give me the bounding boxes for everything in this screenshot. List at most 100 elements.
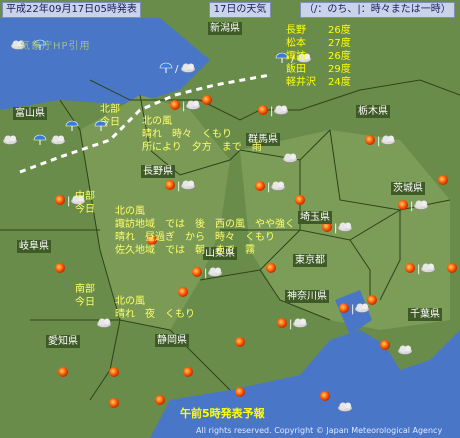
separator-mark: | [182,101,185,112]
legend-text: （/：のち、|：時々または一時） [300,2,455,18]
pref-saitama: 埼玉県 [298,211,332,224]
north-region-label: 北部 今日 [100,103,120,129]
sun-icon [235,337,245,347]
separator-mark: | [204,268,207,279]
forecast-line: 晴れ 夜 くもり [115,309,195,320]
sea-pacific [150,330,460,438]
forecast-line: 晴れ 時々 くもり [142,129,232,140]
forecast-day: 17日の天気 [209,2,271,18]
temp-city: 諏訪 [286,51,306,62]
region-day: 今日 [75,204,95,215]
cloud-icon [185,100,201,110]
pref-tokyo: 東京都 [293,254,327,267]
separator-mark: | [270,106,273,117]
sun-icon [202,95,212,105]
sun-icon [165,180,175,190]
umbrella-icon [33,134,47,145]
temp-value: 26度 [328,25,351,36]
forecast-line: 北の風 [142,116,172,127]
pref-gifu: 岐阜県 [17,240,51,253]
sun-icon [405,263,415,273]
region-name: 中部 [75,191,95,202]
pref-kanagawa: 神奈川県 [285,290,329,303]
issued-time: 平成22年09月17日05時発表 [2,2,141,18]
cloud-icon [292,318,308,328]
forecast-line: 諏訪地域 では 後 西の風 やや強く [115,219,295,230]
sun-icon [339,303,349,313]
pref-chiba: 千葉県 [408,308,442,321]
watermark: 気象庁HP引用 [20,41,91,52]
sun-icon [170,100,180,110]
forecast-line: 晴れ 昼過ぎ から 時々 くもり [115,232,275,243]
sun-icon [367,295,377,305]
sun-icon [255,181,265,191]
separator-mark: | [67,196,70,207]
sun-icon [277,318,287,328]
sun-icon [258,105,268,115]
pref-shizuoka: 静岡県 [155,334,189,347]
region-name: 北部 [100,104,120,115]
sun-icon [365,135,375,145]
pref-nagano: 長野県 [141,165,175,178]
temp-city: 松本 [286,38,306,49]
sun-icon [183,367,193,377]
temp-row: 松本 27度 [286,37,351,50]
forecast-line: 所により 夕方 まで 雨 [142,142,262,153]
sun-icon [55,195,65,205]
south-forecast: 北の風 晴れ 夜 くもり [115,295,195,321]
sun-icon [235,387,245,397]
region-day: 今日 [100,117,120,128]
cloud-icon [397,345,413,355]
separator-mark: | [289,319,292,330]
sun-icon [447,263,457,273]
sun-icon [155,395,165,405]
separator-mark: | [334,223,337,234]
sun-icon [266,263,276,273]
cloud-icon [50,135,66,145]
sun-icon [438,175,448,185]
forecast-line: 北の風 [115,206,145,217]
sun-icon [55,263,65,273]
north-forecast: 北の風 晴れ 時々 くもり 所により 夕方 まで 雨 [142,115,262,154]
temp-city: 軽井沢 [286,77,316,88]
temp-row: 軽井沢 24度 [286,76,351,89]
sun-icon [109,398,119,408]
temperature-table: 長野 26度 松本 27度 諏訪 26度 飯田 29度 軽井沢 24度 [286,24,351,89]
cloud-icon [207,267,223,277]
temp-row: 諏訪 26度 [286,50,351,63]
sun-icon [380,340,390,350]
forecast-line: 北の風 [115,296,145,307]
sun-icon [109,367,119,377]
temp-city: 飯田 [286,64,306,75]
region-name: 南部 [75,284,95,295]
sun-icon [192,267,202,277]
sea-japan-sea [0,18,210,110]
cloud-icon [273,105,289,115]
central-forecast: 北の風 諏訪地域 では 後 西の風 やや強く 晴れ 昼過ぎ から 時々 くもり … [115,205,295,257]
separator-mark: | [267,182,270,193]
sun-icon [295,195,305,205]
central-region-label: 中部 今日 [75,190,95,216]
cloud-icon [2,135,18,145]
sun-icon [320,391,330,401]
separator-mark: | [377,136,380,147]
separator-mark: | [410,201,413,212]
temp-value: 26度 [328,51,351,62]
pref-aichi: 愛知県 [46,335,80,348]
south-region-label: 南部 今日 [75,283,95,309]
temp-value: 24度 [328,77,351,88]
copyright: All rights reserved. Copyright © Japan M… [196,426,443,435]
weather-map: / / | | | | | | | | | | | | 平成22年09月17日05時発表 17日の天気 （… [0,0,460,438]
sun-icon [58,367,68,377]
pref-toyama: 富山県 [13,107,47,120]
separator-mark: | [177,181,180,192]
temp-value: 27度 [328,38,351,49]
separator-mark: | [417,264,420,275]
sun-icon [398,200,408,210]
temp-city: 長野 [286,25,306,36]
temp-row: 飯田 29度 [286,63,351,76]
forecast-line: 佐久地域 では 朝 まで 霧 [115,245,255,256]
forecast-footer: 午前5時発表予報 [180,407,265,420]
umbrella-icon [65,120,79,131]
temp-value: 29度 [328,64,351,75]
